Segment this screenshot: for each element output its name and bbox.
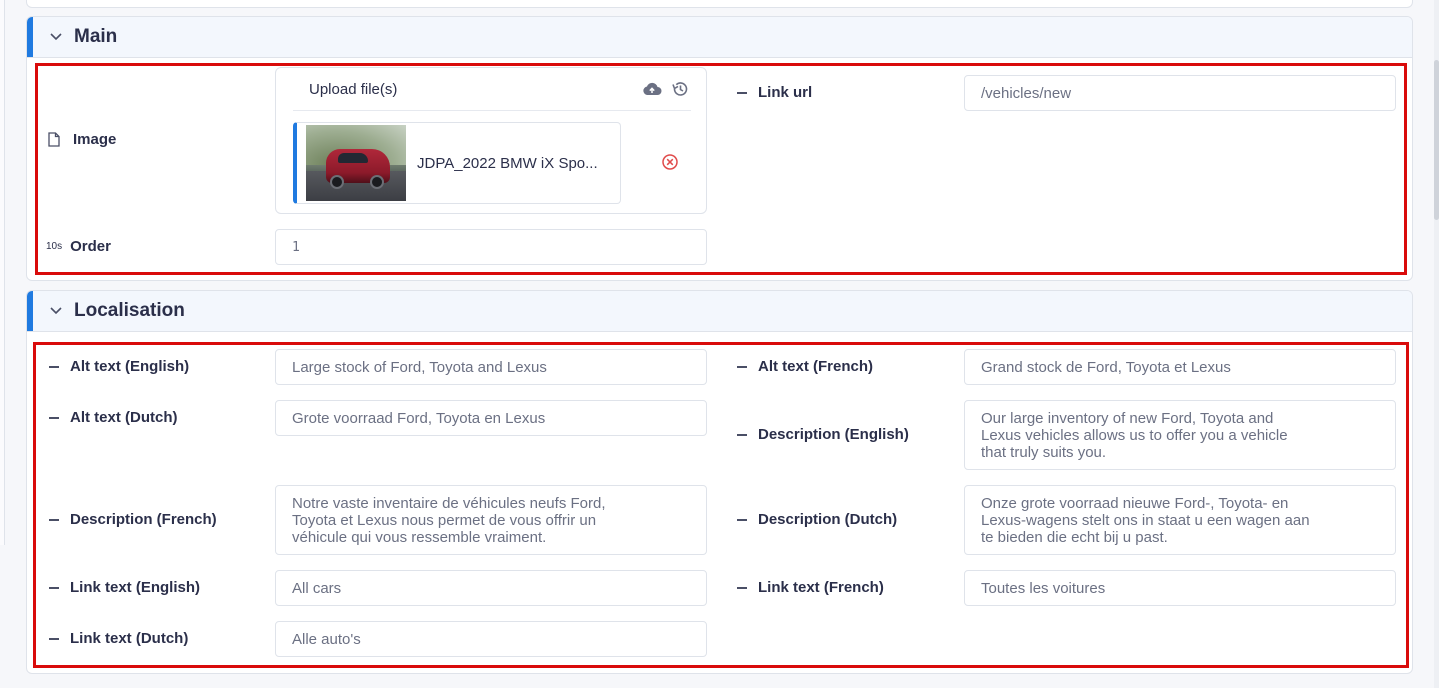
scrollbar-thumb[interactable] xyxy=(1434,60,1439,220)
left-edge xyxy=(0,0,5,545)
highlight-box-localisation xyxy=(33,342,1409,668)
chevron-down-icon[interactable] xyxy=(49,304,63,318)
previous-panel-bottom xyxy=(26,0,1413,8)
panel-title: Main xyxy=(74,26,118,47)
localisation-panel-header[interactable]: Localisation xyxy=(27,291,1412,332)
chevron-down-icon[interactable] xyxy=(49,30,63,44)
main-panel-header[interactable]: Main xyxy=(27,17,1412,58)
scrollbar[interactable] xyxy=(1434,0,1439,688)
highlight-box-main xyxy=(35,63,1407,275)
panel-title: Localisation xyxy=(74,300,185,321)
